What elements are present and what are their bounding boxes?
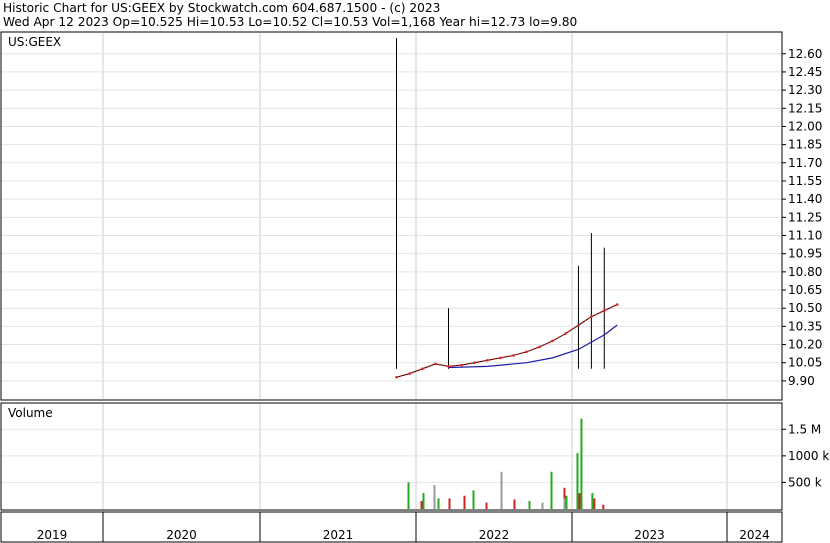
volume-bar xyxy=(437,498,440,509)
volume-bar xyxy=(433,485,436,509)
volume-bar xyxy=(563,498,566,509)
price-tick-label: 11.40 xyxy=(788,192,822,206)
price-close-line xyxy=(396,304,618,378)
volume-bar xyxy=(578,493,581,509)
price-point xyxy=(395,375,398,379)
price-point xyxy=(615,303,619,306)
volume-panel-frame xyxy=(0,402,783,511)
price-tick-label: 9.90 xyxy=(788,374,815,388)
price-tick-label: 10.50 xyxy=(788,301,822,315)
price-point xyxy=(602,309,606,312)
volume-bars xyxy=(407,418,605,509)
year-tick-label: 2020 xyxy=(166,528,197,542)
price-point xyxy=(512,354,515,357)
year-tick-label: 2021 xyxy=(323,528,354,542)
volume-bar xyxy=(528,501,531,509)
volume-bar xyxy=(593,498,596,509)
volume-bar xyxy=(565,495,568,509)
price-tick-label: 11.85 xyxy=(788,138,822,152)
volume-bar xyxy=(422,493,425,509)
volume-bar xyxy=(602,504,605,509)
price-tick-label: 10.20 xyxy=(788,338,822,352)
volume-bar xyxy=(500,471,503,509)
price-point xyxy=(590,315,593,318)
price-point xyxy=(447,365,450,368)
volume-bar xyxy=(472,490,475,509)
price-point xyxy=(577,323,580,327)
volume-bar xyxy=(580,418,583,509)
volume-tick-label: 500 k xyxy=(788,475,822,489)
price-point xyxy=(473,361,476,365)
volume-bar xyxy=(576,453,579,509)
volume-bar xyxy=(448,498,451,509)
volume-axis-ticks: 1.5 M 1000 k 500 k xyxy=(782,422,829,489)
price-tick-label: 12.00 xyxy=(788,119,822,133)
price-tick-label: 11.55 xyxy=(788,174,822,188)
price-tick-label: 10.80 xyxy=(788,265,822,279)
price-point xyxy=(551,339,554,343)
volume-bar xyxy=(513,499,516,509)
price-axis-ticks: 12.60 12.45 12.30 12.15 12.00 11.85 11.70 11.55… xyxy=(782,47,822,388)
stock-chart: US:GEEX Volume 12.60 12.45 12.30 12.15 12.00… xyxy=(0,31,829,543)
volume-bar xyxy=(550,471,553,509)
volume-bar xyxy=(591,493,594,509)
price-point xyxy=(564,332,567,335)
volume-gridlines xyxy=(1,404,782,509)
volume-panel-title: Volume xyxy=(8,406,53,420)
price-point xyxy=(460,363,463,367)
year-axis-ticks: 2019 2020 2021 2022 2023 2024 xyxy=(37,512,770,542)
volume-tick-label: 1.5 M xyxy=(788,422,821,436)
year-tick-label: 2019 xyxy=(37,528,68,542)
price-point xyxy=(525,350,528,354)
price-tick-label: 10.35 xyxy=(788,319,822,333)
moving-average-line xyxy=(448,324,618,369)
year-tick-label: 2024 xyxy=(739,528,770,542)
price-series xyxy=(395,38,619,379)
price-point xyxy=(434,362,437,366)
year-tick-label: 2022 xyxy=(479,528,510,542)
price-tick-label: 10.95 xyxy=(788,247,822,261)
year-tick-label: 2023 xyxy=(634,528,665,542)
price-tick-label: 12.60 xyxy=(788,47,822,61)
price-tick-label: 11.10 xyxy=(788,228,822,242)
price-panel-title: US:GEEX xyxy=(8,35,61,49)
price-point xyxy=(408,372,411,375)
price-tick-label: 10.05 xyxy=(788,356,822,370)
price-tick-label: 12.30 xyxy=(788,83,822,97)
price-tick-label: 12.45 xyxy=(788,65,822,79)
time-axis-frame xyxy=(0,511,783,543)
volume-bar xyxy=(541,502,544,509)
price-tick-label: 12.15 xyxy=(788,101,822,115)
volume-tick-label: 1000 k xyxy=(788,449,829,463)
price-point xyxy=(486,358,489,362)
volume-bar xyxy=(485,502,488,509)
volume-bar xyxy=(420,501,423,509)
price-point xyxy=(538,345,541,349)
price-point xyxy=(421,367,424,371)
volume-bar xyxy=(463,495,466,509)
price-tick-label: 10.65 xyxy=(788,283,822,297)
price-tick-label: 11.70 xyxy=(788,156,822,170)
volume-bar xyxy=(407,482,410,509)
price-gridlines xyxy=(1,33,782,399)
price-tick-label: 11.25 xyxy=(788,210,822,224)
price-point xyxy=(499,356,502,360)
